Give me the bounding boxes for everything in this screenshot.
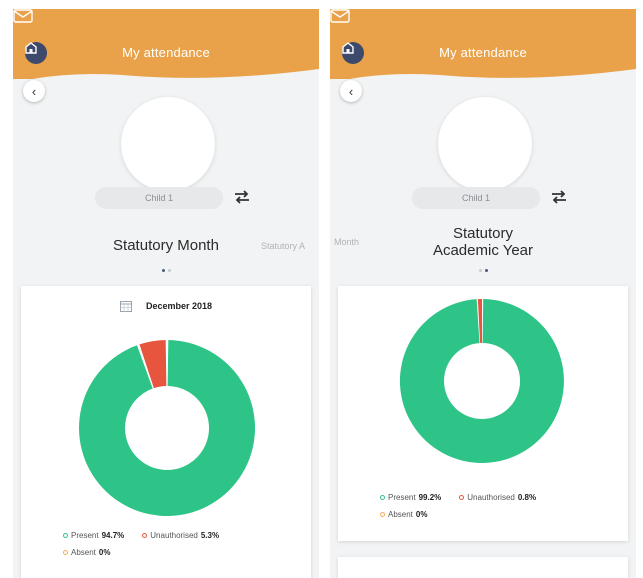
back-button[interactable]: ‹ (23, 80, 45, 102)
legend-present: Present 99.2% (380, 493, 441, 502)
header-title: My attendance (439, 45, 527, 60)
child-avatar (121, 97, 215, 191)
app-header: My attendance (13, 9, 319, 79)
calendar-icon[interactable] (119, 300, 132, 312)
child-selector[interactable]: Child 1 (95, 187, 223, 209)
page-dot (161, 269, 165, 272)
child-name: Child 1 (461, 193, 490, 203)
next-card-peek (338, 557, 628, 578)
attendance-card: December 2018 Present 94.7% Unauthorised 5… (21, 286, 311, 578)
legend-absent: Absent 0% (63, 548, 110, 557)
child-avatar (438, 97, 532, 191)
chevron-left-icon: ‹ (348, 83, 354, 99)
attendance-donut-chart (79, 340, 256, 517)
next-view-peek[interactable]: Statutory A (261, 241, 305, 251)
chart-legend: Present 99.2% Unauthorised 0.8% Absent 0% (380, 493, 536, 527)
attendance-card: Present 99.2% Unauthorised 0.8% Absent 0% (338, 286, 628, 541)
page-dot (167, 269, 171, 272)
view-title: Statutory Academic Year (330, 225, 636, 259)
chart-legend: Present 94.7% Unauthorised 5.3% Absent 0% (63, 531, 219, 565)
app-header: My attendance (330, 9, 636, 79)
legend-present: Present 94.7% (63, 531, 124, 540)
page-dot (484, 269, 488, 272)
page-dot (478, 269, 482, 272)
screen-statutory-academic-year: My attendance ‹ Child 1 Statutory Academ… (330, 9, 636, 578)
legend-unauthorised: Unauthorised 0.8% (459, 493, 536, 502)
header-title: My attendance (122, 45, 210, 60)
swap-icon[interactable] (233, 189, 251, 205)
view-title-line2: Academic Year (432, 242, 534, 259)
legend-unauthorised: Unauthorised 5.3% (142, 531, 219, 540)
card-month: December 2018 (145, 301, 213, 311)
legend-absent: Absent 0% (380, 510, 427, 519)
page-indicator (13, 269, 319, 272)
mail-icon[interactable] (330, 9, 350, 23)
attendance-donut-chart (399, 298, 564, 463)
prev-view-peek[interactable]: Month (334, 237, 359, 247)
mail-icon[interactable] (13, 9, 33, 23)
chevron-left-icon: ‹ (31, 83, 37, 99)
screen-statutory-month: My attendance ‹ Child 1 Statutory Month … (13, 9, 319, 578)
card-header: December 2018 (21, 300, 311, 312)
child-name: Child 1 (144, 193, 173, 203)
header-background (330, 9, 636, 79)
back-button[interactable]: ‹ (340, 80, 362, 102)
donut-slice-present (79, 340, 256, 517)
swap-icon[interactable] (550, 189, 568, 205)
view-title-line1: Statutory (452, 225, 514, 242)
header-background (13, 9, 319, 79)
child-selector[interactable]: Child 1 (412, 187, 540, 209)
page-indicator (330, 269, 636, 272)
